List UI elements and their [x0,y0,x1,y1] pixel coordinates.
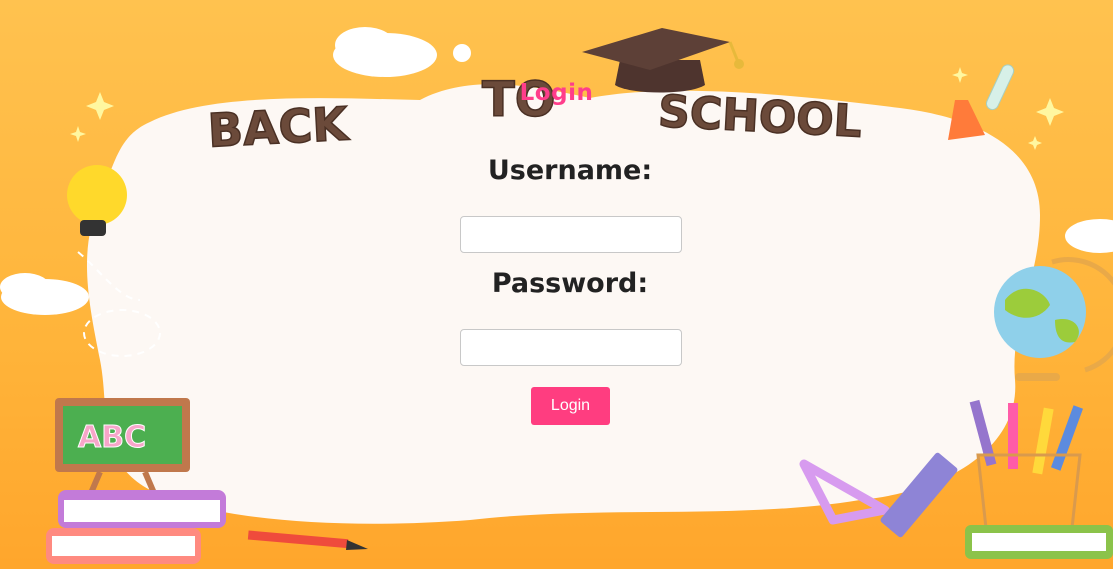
login-button[interactable]: Login [531,387,610,425]
chalkboard-text: ABC [78,420,146,455]
pencil-icon [247,530,368,550]
books-icon [46,490,226,564]
username-input[interactable] [460,216,682,253]
cloud-icon [1065,219,1113,253]
username-label: Username: [487,155,653,186]
form-title: Login [519,80,594,106]
password-input[interactable] [460,329,682,366]
cloud-icon [333,27,471,77]
password-label: Password: [491,268,649,299]
